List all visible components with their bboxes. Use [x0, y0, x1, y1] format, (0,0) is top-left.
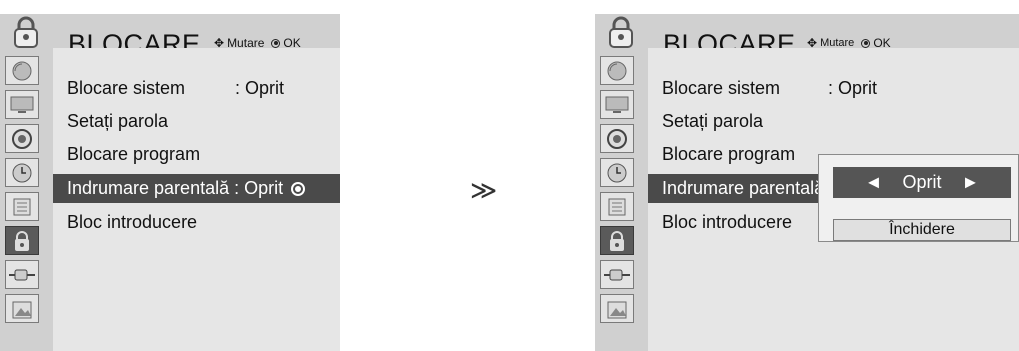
- ok-dot-icon: [861, 38, 871, 48]
- menu-list: Blocare sistem : Oprit Setați parola Blo…: [53, 48, 340, 351]
- menu-item-bloc-introducere[interactable]: Bloc introducere: [53, 208, 340, 237]
- audio-icon[interactable]: [5, 124, 39, 153]
- menu-item-setati-parola[interactable]: Setați parola: [53, 107, 340, 136]
- step-arrow: ≫: [470, 175, 498, 205]
- option-popup: ◄ Oprit ► Închidere: [818, 154, 1019, 242]
- close-button[interactable]: Închidere: [833, 219, 1011, 241]
- audio-icon[interactable]: [600, 124, 634, 153]
- settings-icon[interactable]: [600, 192, 634, 221]
- menu-item-setati-parola[interactable]: Setați parola: [648, 107, 1019, 136]
- option-selector[interactable]: ◄ Oprit ►: [833, 167, 1011, 198]
- input-plug-icon[interactable]: [600, 260, 634, 289]
- menu-item-indrumare-parentala[interactable]: Indrumare parentală : Oprit: [53, 174, 340, 203]
- lock-icon[interactable]: [5, 226, 39, 255]
- menu-item-blocare-sistem[interactable]: Blocare sistem : Oprit: [648, 74, 1019, 103]
- lock-header-icon: [609, 16, 633, 48]
- satellite-icon[interactable]: [600, 56, 634, 85]
- input-plug-icon[interactable]: [5, 260, 39, 289]
- icon-column: [595, 14, 645, 351]
- menu-item-blocare-program[interactable]: Blocare program: [53, 140, 340, 169]
- option-value: Oprit: [902, 172, 942, 192]
- icon-column: [0, 14, 50, 351]
- lock-icon[interactable]: [600, 226, 634, 255]
- screen-icon[interactable]: [600, 90, 634, 119]
- left-arrow-icon[interactable]: ◄: [865, 172, 883, 193]
- clock-icon[interactable]: [5, 158, 39, 187]
- satellite-icon[interactable]: [5, 56, 39, 85]
- ok-dot-icon: [271, 38, 281, 48]
- photo-icon[interactable]: [5, 294, 39, 323]
- menu-item-blocare-sistem[interactable]: Blocare sistem : Oprit: [53, 74, 340, 103]
- photo-icon[interactable]: [600, 294, 634, 323]
- lock-header-icon: [14, 16, 38, 48]
- right-arrow-icon[interactable]: ►: [962, 172, 980, 193]
- clock-icon[interactable]: [600, 158, 634, 187]
- settings-icon[interactable]: [5, 192, 39, 221]
- left-menu-panel: BLOCARE ✥ Mutare OK Blocare sistem : Opr…: [0, 14, 340, 351]
- screen-icon[interactable]: [5, 90, 39, 119]
- selected-radio-icon: [291, 181, 306, 196]
